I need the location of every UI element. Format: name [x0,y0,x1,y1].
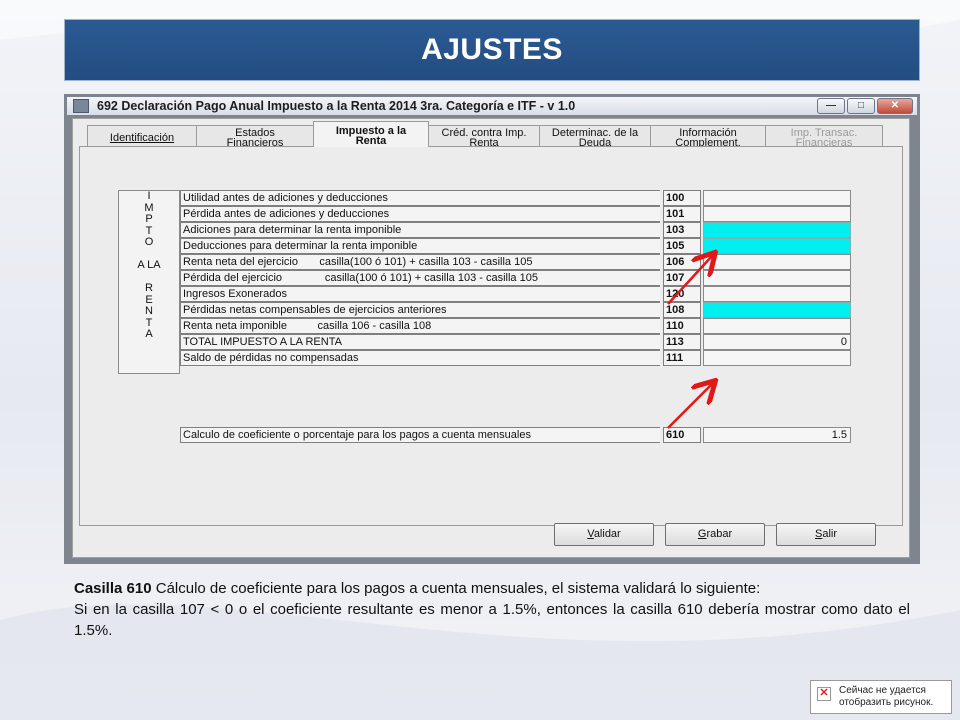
caption-line1: Cálculo de coeficiente para los pagos a … [151,580,761,597]
field-105[interactable] [703,238,851,254]
minimize-button[interactable]: — [817,98,845,114]
tab-cred-contra-imp[interactable]: Créd. contra Imp. Renta [428,125,540,149]
caption-bold: Casilla 610 [74,580,152,597]
section-label-letter: P [145,213,153,225]
button-label: alir [822,528,837,540]
section-label-letter: R [145,282,153,294]
broken-image-text-1: Сейчас не удается [839,685,926,696]
table-row: Pérdidas netas compensables de ejercicio… [180,302,854,318]
tab-informacion-complement[interactable]: Información Complement. [650,125,766,149]
button-label: alidar [593,528,621,540]
broken-image-placeholder: ✕ Сейчас не удается отобразить рисунок. [810,680,952,714]
app-icon [73,99,89,113]
field-100[interactable] [703,190,851,206]
section-label-letter: A LA [137,259,161,271]
tab-impuesto-renta[interactable]: Impuesto a la Renta [313,121,429,147]
row-code: 105 [663,238,701,254]
tab-identificacion[interactable]: Identificación [87,125,197,147]
row-code: 120 [663,286,701,302]
window-title: 692 Declaración Pago Anual Impuesto a la… [97,99,576,113]
row-desc: Saldo de pérdidas no compensadas [180,350,660,366]
section-label-letter: N [145,305,153,317]
field-111[interactable] [703,350,851,366]
tax-rows: Utilidad antes de adiciones y deduccione… [180,190,854,366]
tab-panel-impuesto-renta: IMPTO A LA RENTA Utilidad antes de adici… [79,146,903,526]
table-row: Saldo de pérdidas no compensadas 111 [180,350,854,366]
row-desc: Pérdida antes de adiciones y deducciones [180,206,660,222]
row-desc: TOTAL IMPUESTO A LA RENTA [180,334,660,350]
row-code: 111 [663,350,701,366]
tab-imp-transac-financieras[interactable]: Imp. Transac. Financieras [765,125,883,149]
tab-label: Renta [355,135,387,147]
row-code: 101 [663,206,701,222]
caption-line2: Si en la casilla 107 < 0 o el coeficient… [74,601,910,639]
table-row: Utilidad antes de adiciones y deduccione… [180,190,854,206]
tab-strip: Identificación Estados Financieros Impue… [87,121,883,149]
table-row: Renta neta imponible casilla 106 - casil… [180,318,854,334]
section-label-letter: I [147,190,151,202]
broken-image-text-2: отобразить рисунок. [839,697,934,708]
table-row: Pérdida antes de adiciones y deducciones… [180,206,854,222]
field-120[interactable] [703,286,851,302]
field-107[interactable] [703,270,851,286]
tab-determinac-deuda[interactable]: Determinac. de la Deuda [539,125,651,149]
row-desc: Utilidad antes de adiciones y deduccione… [180,190,660,206]
row-desc: Renta neta imponible casilla 106 - casil… [180,318,660,334]
table-row: Adiciones para determinar la renta impon… [180,222,854,238]
table-row: Pérdida del ejercicio casilla(100 ó 101)… [180,270,854,286]
row-desc: Pérdidas netas compensables de ejercicio… [180,302,660,318]
table-row-610: Calculo de coeficiente o porcentaje para… [180,427,854,443]
close-button[interactable]: ✕ [877,98,913,114]
row-desc: Ingresos Exonerados [180,286,660,302]
row-code: 113 [663,334,701,350]
row-desc: Calculo de coeficiente o porcentaje para… [180,427,660,443]
window-client: Identificación Estados Financieros Impue… [72,118,910,558]
table-row: Deducciones para determinar la renta imp… [180,238,854,254]
row-code: 610 [663,427,701,443]
tab-estados-financieros[interactable]: Estados Financieros [196,125,314,149]
maximize-button[interactable]: □ [847,98,875,114]
table-row: Ingresos Exonerados 120 [180,286,854,302]
row-code: 106 [663,254,701,270]
field-110[interactable] [703,318,851,334]
row-code: 103 [663,222,701,238]
field-101[interactable] [703,206,851,222]
field-106[interactable] [703,254,851,270]
field-108[interactable] [703,302,851,318]
slide-title: AJUSTES [64,19,920,81]
section-label-letter: O [144,236,154,248]
field-103[interactable] [703,222,851,238]
tab-label: Identificación [109,132,175,144]
broken-image-icon: ✕ [817,687,831,701]
app-window: 692 Declaración Pago Anual Impuesto a la… [64,94,920,564]
row-code: 107 [663,270,701,286]
field-610[interactable]: 1.5 [703,427,851,443]
table-row: Renta neta del ejercicio casilla(100 ó 1… [180,254,854,270]
salir-button[interactable]: Salir [776,523,876,546]
action-buttons: Validar Grabar Salir [554,523,876,546]
row-desc: Renta neta del ejercicio casilla(100 ó 1… [180,254,660,270]
explanation-text: Casilla 610 Cálculo de coeficiente para … [74,578,910,641]
section-label-impto-renta: IMPTO A LA RENTA [118,190,180,374]
validar-button[interactable]: Validar [554,523,654,546]
window-titlebar[interactable]: 692 Declaración Pago Anual Impuesto a la… [67,97,917,115]
table-row: TOTAL IMPUESTO A LA RENTA 113 0 [180,334,854,350]
row-code: 100 [663,190,701,206]
button-label: rabar [706,528,733,540]
row-desc: Pérdida del ejercicio casilla(100 ó 101)… [180,270,660,286]
row-code: 108 [663,302,701,318]
section-label-letter: A [145,328,153,340]
row-desc: Deducciones para determinar la renta imp… [180,238,660,254]
field-113[interactable]: 0 [703,334,851,350]
row-code: 110 [663,318,701,334]
grabar-button[interactable]: Grabar [665,523,765,546]
row-desc: Adiciones para determinar la renta impon… [180,222,660,238]
